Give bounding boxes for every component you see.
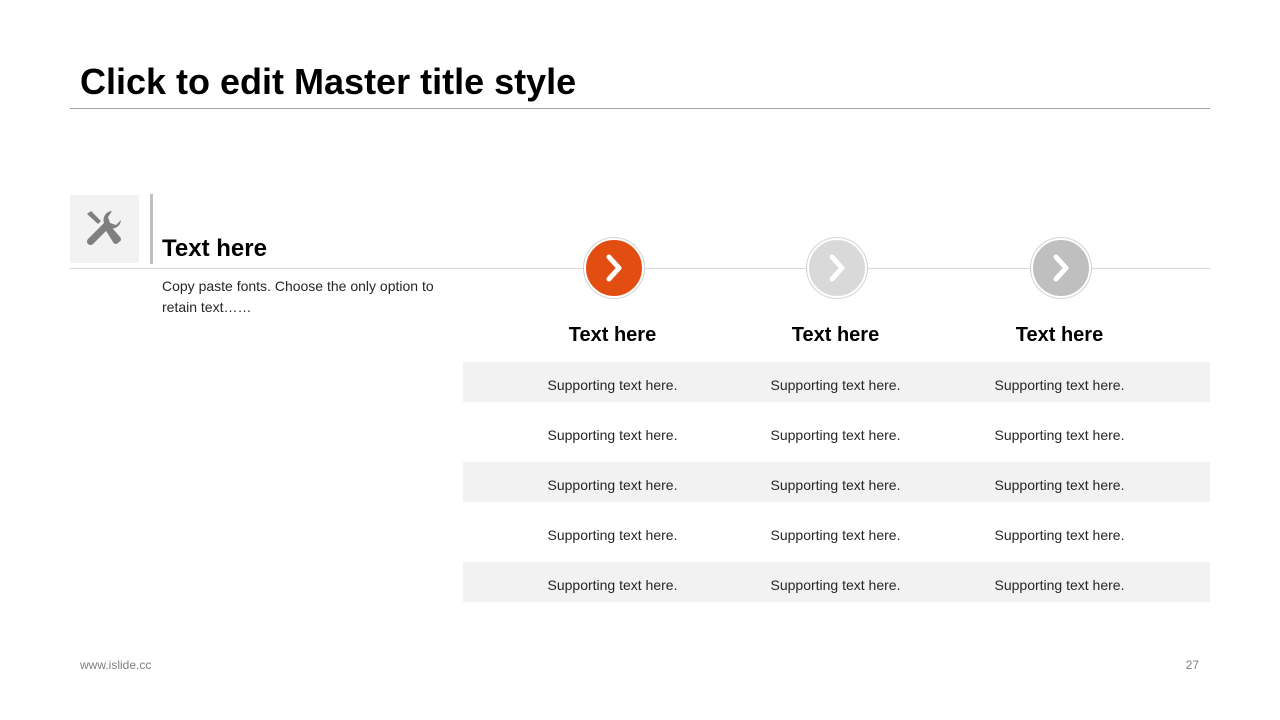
table-row: Supporting text here. Supporting text he… [463, 462, 1210, 502]
chevron-right-icon [606, 254, 622, 282]
table-cell[interactable]: Supporting text here. [501, 462, 724, 502]
table-cell[interactable]: Supporting text here. [948, 562, 1171, 602]
slide-title[interactable]: Click to edit Master title style [80, 60, 576, 104]
table-cell[interactable]: Supporting text here. [724, 362, 947, 402]
table-cell[interactable]: Supporting text here. [948, 462, 1171, 502]
title-divider [70, 108, 1210, 109]
table-cell[interactable]: Supporting text here. [501, 512, 724, 552]
column-heading-3[interactable]: Text here [948, 322, 1171, 348]
supporting-table: Supporting text here. Supporting text he… [463, 362, 1210, 612]
chevron-right-icon [829, 254, 845, 282]
column-heading-2[interactable]: Text here [724, 322, 947, 348]
feature-body[interactable]: Copy paste fonts. Choose the only option… [162, 276, 442, 318]
feature-accent-bar [150, 194, 153, 264]
step-2-circle [807, 238, 867, 298]
step-3-circle [1031, 238, 1091, 298]
slide: Click to edit Master title style Text he… [0, 0, 1280, 720]
table-cell[interactable]: Supporting text here. [948, 512, 1171, 552]
table-cell[interactable]: Supporting text here. [501, 362, 724, 402]
footer-website: www.islide.cc [80, 658, 152, 672]
page-number: 27 [1185, 658, 1199, 672]
table-cell[interactable]: Supporting text here. [501, 412, 724, 452]
table-cell[interactable]: Supporting text here. [501, 562, 724, 602]
table-row: Supporting text here. Supporting text he… [463, 562, 1210, 602]
table-cell[interactable]: Supporting text here. [724, 562, 947, 602]
table-cell[interactable]: Supporting text here. [948, 412, 1171, 452]
tools-icon [86, 211, 121, 246]
step-1-circle [584, 238, 644, 298]
feature-icon-box [70, 195, 139, 263]
table-cell[interactable]: Supporting text here. [724, 462, 947, 502]
chevron-right-icon [1053, 254, 1069, 282]
column-heading-1[interactable]: Text here [501, 322, 724, 348]
table-row: Supporting text here. Supporting text he… [463, 362, 1210, 402]
table-cell[interactable]: Supporting text here. [724, 412, 947, 452]
table-cell[interactable]: Supporting text here. [948, 362, 1171, 402]
table-cell[interactable]: Supporting text here. [724, 512, 947, 552]
table-row: Supporting text here. Supporting text he… [463, 512, 1210, 552]
table-row: Supporting text here. Supporting text he… [463, 412, 1210, 452]
feature-heading[interactable]: Text here [162, 234, 267, 264]
